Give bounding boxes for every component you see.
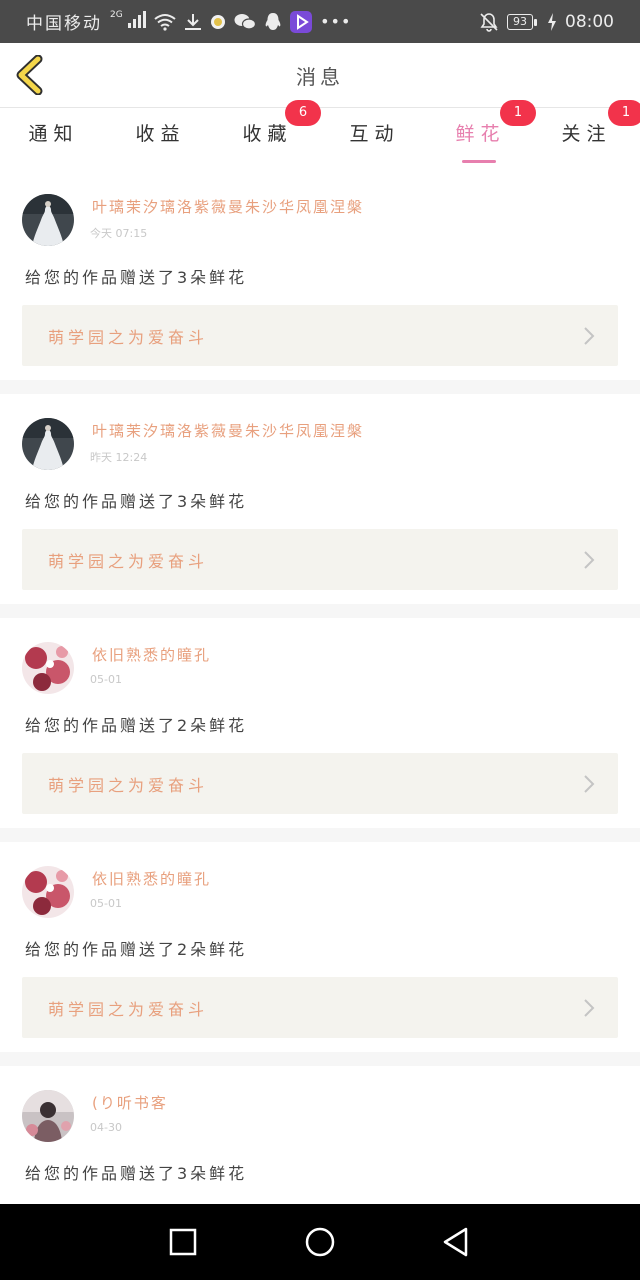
message-text: 给您的作品赠送了3朵鲜花 <box>25 1164 248 1183</box>
wechat-icon <box>234 13 257 30</box>
circle-home-icon[interactable] <box>304 1226 336 1258</box>
tab-label: 鲜花 <box>455 123 506 145</box>
square-recents-icon[interactable] <box>167 1226 199 1258</box>
app-notification-icon <box>211 14 226 29</box>
list-item: 依旧熟悉的瞳孔 05-01 给您的作品赠送了2朵鲜花 萌学园之为爱奋斗 <box>0 842 640 1052</box>
work-link[interactable]: 萌学园之为爱奋斗 <box>22 305 618 366</box>
unread-badge: 1 <box>608 100 640 126</box>
tab-label: 收益 <box>135 123 186 145</box>
tab-label: 收藏 <box>242 123 293 145</box>
timestamp: 昨天 12:24 <box>90 451 148 464</box>
list-item: 叶璃茉汐璃洛紫薇曼朱沙华凤凰涅槃 昨天 12:24 给您的作品赠送了3朵鲜花 萌… <box>0 394 640 604</box>
divider <box>0 604 640 618</box>
tab-notifications[interactable]: 通知 <box>0 108 107 168</box>
list-item: 叶璃茉汐璃洛紫薇曼朱沙华凤凰涅槃 今天 07:15 给您的作品赠送了3朵鲜花 萌… <box>0 170 640 380</box>
battery-icon: 93 <box>507 13 537 30</box>
divider <box>0 380 640 394</box>
avatar[interactable] <box>22 1090 74 1142</box>
sender-name[interactable]: 依旧熟悉的瞳孔 <box>92 644 211 665</box>
system-nav-bar <box>0 1204 640 1280</box>
sender-name[interactable]: 叶璃茉汐璃洛紫薇曼朱沙华凤凰涅槃 <box>92 196 364 217</box>
charging-icon <box>548 12 556 31</box>
avatar[interactable] <box>22 642 74 694</box>
qq-icon <box>265 12 281 30</box>
avatar[interactable] <box>22 194 74 246</box>
timestamp: 05-01 <box>90 673 122 686</box>
tab-bar: 通知 收益 收藏 6 互动 鲜花 1 关注 1 <box>0 100 640 168</box>
sender-name[interactable]: 叶璃茉汐璃洛紫薇曼朱沙华凤凰涅槃 <box>92 420 364 441</box>
wifi-icon <box>154 13 176 31</box>
timestamp: 05-01 <box>90 897 122 910</box>
tab-flowers[interactable]: 鲜花 1 <box>427 100 536 168</box>
work-link[interactable]: 萌学园之为爱奋斗 <box>22 529 618 590</box>
tab-label: 互动 <box>349 123 400 145</box>
tab-favorites[interactable]: 收藏 6 <box>214 100 321 168</box>
work-link[interactable]: 萌学园之为爱奋斗 <box>22 977 618 1038</box>
work-title: 萌学园之为爱奋斗 <box>48 328 209 347</box>
message-text: 给您的作品赠送了2朵鲜花 <box>25 716 248 735</box>
message-text: 给您的作品赠送了3朵鲜花 <box>25 492 248 511</box>
mute-bell-icon <box>480 12 498 32</box>
tab-following[interactable]: 关注 1 <box>533 100 640 168</box>
message-text: 给您的作品赠送了2朵鲜花 <box>25 940 248 959</box>
battery-level: 93 <box>513 14 527 28</box>
tab-earnings[interactable]: 收益 <box>107 108 214 168</box>
signal-icon: 2G <box>110 10 147 33</box>
clock: 08:00 <box>565 11 614 32</box>
chevron-right-icon <box>584 327 595 345</box>
timestamp: 今天 07:15 <box>90 227 148 240</box>
page-title: 消息 <box>296 65 344 89</box>
video-app-icon <box>290 10 313 33</box>
work-title: 萌学园之为爱奋斗 <box>48 776 209 795</box>
more-icon: ••• <box>320 12 352 31</box>
tab-label: 通知 <box>28 123 79 145</box>
network-type: 2G <box>110 10 123 20</box>
unread-badge: 1 <box>500 100 536 126</box>
message-list: 叶璃茉汐璃洛紫薇曼朱沙华凤凰涅槃 今天 07:15 给您的作品赠送了3朵鲜花 萌… <box>0 170 640 1276</box>
active-tab-indicator <box>462 160 496 163</box>
sender-name[interactable]: 依旧熟悉的瞳孔 <box>92 868 211 889</box>
divider <box>0 1052 640 1066</box>
chevron-right-icon <box>584 775 595 793</box>
avatar[interactable] <box>22 866 74 918</box>
triangle-back-icon[interactable] <box>440 1226 472 1258</box>
status-bar: 中国移动 2G ••• 93 08:00 <box>0 0 640 43</box>
timestamp: 04-30 <box>90 1121 122 1134</box>
app-header: 消息 <box>0 43 640 108</box>
divider <box>0 828 640 842</box>
message-text: 给您的作品赠送了3朵鲜花 <box>25 268 248 287</box>
sender-name[interactable]: (り听书客 <box>92 1092 168 1113</box>
avatar[interactable] <box>22 418 74 470</box>
list-item: 依旧熟悉的瞳孔 05-01 给您的作品赠送了2朵鲜花 萌学园之为爱奋斗 <box>0 618 640 828</box>
unread-badge: 6 <box>285 100 321 126</box>
carrier-name: 中国移动 <box>26 14 102 34</box>
chevron-right-icon <box>584 551 595 569</box>
work-title: 萌学园之为爱奋斗 <box>48 552 209 571</box>
chevron-right-icon <box>584 999 595 1017</box>
work-link[interactable]: 萌学园之为爱奋斗 <box>22 753 618 814</box>
tab-label: 关注 <box>561 123 612 145</box>
work-title: 萌学园之为爱奋斗 <box>48 1000 209 1019</box>
tab-interactions[interactable]: 互动 <box>321 108 428 168</box>
download-icon <box>185 13 202 30</box>
